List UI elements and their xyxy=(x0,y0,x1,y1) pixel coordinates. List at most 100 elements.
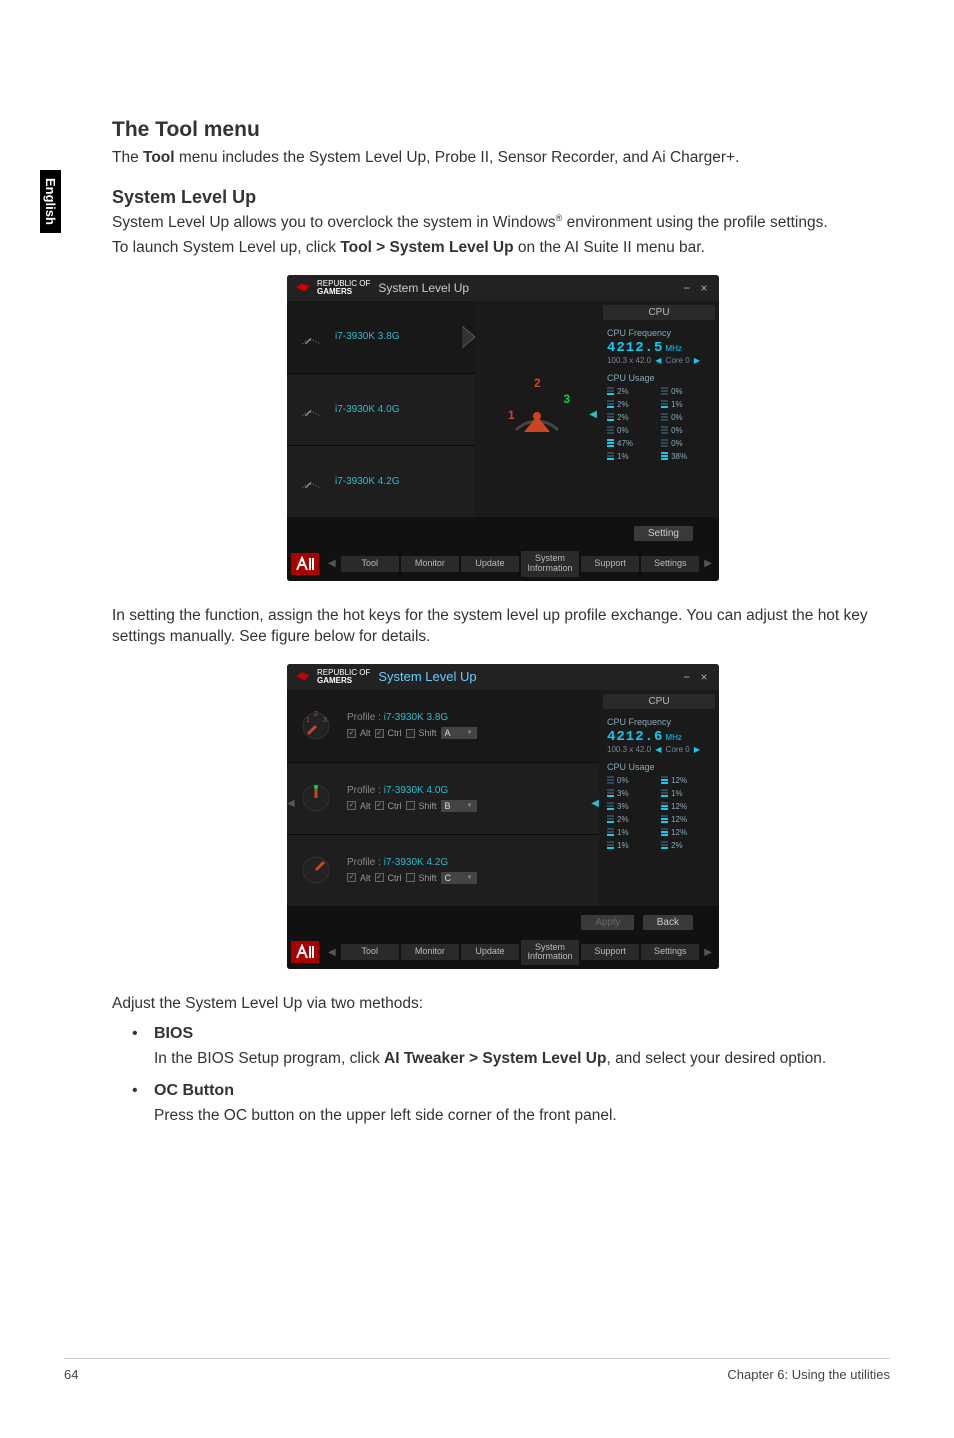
scroll-left-icon[interactable]: ◀ xyxy=(287,798,295,809)
hotkey-desc: In setting the function, assign the hot … xyxy=(112,606,894,648)
scroll-inner-icon[interactable]: ◀ xyxy=(589,409,597,420)
core-next-icon[interactable]: ▶ xyxy=(694,745,700,754)
heading-tool-menu: The Tool menu xyxy=(112,118,894,142)
hotkey-profile-3: Profile : i7-3930K 4.2G Alt Ctrl Shift C… xyxy=(287,834,599,906)
slu-desc-2: To launch System Level up, click Tool > … xyxy=(112,238,894,259)
svg-text:3: 3 xyxy=(323,717,327,724)
cpu-tab[interactable]: CPU xyxy=(603,305,715,320)
cpu-freq-value-2: 4212.6 xyxy=(607,729,663,745)
usage-cell: 12% xyxy=(661,776,711,785)
core-next-icon[interactable]: ▶ xyxy=(694,356,700,365)
hk-profile-name-1: i7-3930K 3.8G xyxy=(384,712,449,723)
nav-monitor[interactable]: Monitor xyxy=(401,944,459,960)
nav-sysinfo[interactable]: System Information xyxy=(521,551,579,577)
ai-suite-logo-icon[interactable] xyxy=(291,941,319,963)
language-tab: English xyxy=(40,170,61,233)
ai-suite-logo-icon[interactable] xyxy=(291,553,319,575)
usage-cell: 0% xyxy=(607,776,657,785)
usage-cell: 1% xyxy=(607,452,657,461)
usage-cell: 0% xyxy=(661,413,711,422)
cpu-tab[interactable]: CPU xyxy=(603,694,715,709)
bios-desc: In the BIOS Setup program, click AI Twea… xyxy=(154,1049,894,1070)
usage-cell: 2% xyxy=(661,841,711,850)
brand-text: REPUBLIC OFGAMERS xyxy=(317,669,370,685)
nav-prev-icon[interactable]: ◀ xyxy=(325,947,339,958)
hotkey-profile-2: Profile : i7-3930K 4.0G Alt Ctrl Shift B… xyxy=(287,762,599,834)
profile-card-3[interactable]: i7-3930K 4.2G xyxy=(287,445,475,517)
nav-update[interactable]: Update xyxy=(461,556,519,572)
setting-button[interactable]: Setting xyxy=(634,526,693,541)
key-select-2[interactable]: B▼ xyxy=(441,800,477,812)
minimize-icon[interactable]: − xyxy=(680,670,694,684)
nav-support[interactable]: Support xyxy=(581,556,639,572)
usage-cell: 2% xyxy=(607,413,657,422)
close-icon[interactable]: × xyxy=(697,281,711,295)
cpu-usage-label: CPU Usage xyxy=(607,373,711,383)
shift-checkbox-1[interactable] xyxy=(406,729,415,738)
nav-monitor[interactable]: Monitor xyxy=(401,556,459,572)
selected-arrow-icon xyxy=(462,326,476,348)
dial-num-1: 1 xyxy=(508,408,515,422)
profile-label-3: i7-3930K 4.2G xyxy=(335,476,400,487)
key-select-3[interactable]: C▼ xyxy=(441,872,477,884)
bios-title: BIOS xyxy=(154,1025,894,1043)
cpu-freq-label: CPU Frequency xyxy=(607,328,711,338)
dropdown-icon: ▼ xyxy=(467,875,473,881)
minimize-icon[interactable]: − xyxy=(680,281,694,295)
shift-checkbox-2[interactable] xyxy=(406,801,415,810)
usage-cell: 38% xyxy=(661,452,711,461)
nav-settings[interactable]: Settings xyxy=(641,944,699,960)
nav-settings[interactable]: Settings xyxy=(641,556,699,572)
ctrl-checkbox-2[interactable] xyxy=(375,801,384,810)
alt-checkbox-1[interactable] xyxy=(347,729,356,738)
usage-cell: 1% xyxy=(607,841,657,850)
usage-cell: 1% xyxy=(607,828,657,837)
profile-label-1: i7-3930K 3.8G xyxy=(335,331,400,342)
hotkey-profile-1: 123 Profile : i7-3930K 3.8G Alt Ctrl Shi… xyxy=(287,690,599,762)
nav-update[interactable]: Update xyxy=(461,944,519,960)
cpu-freq-unit: MHz xyxy=(665,733,681,742)
ctrl-checkbox-3[interactable] xyxy=(375,873,384,882)
profile-card-2[interactable]: i7-3930K 4.0G xyxy=(287,373,475,445)
tool-menu-desc: The Tool menu includes the System Level … xyxy=(112,148,894,169)
ctrl-checkbox-1[interactable] xyxy=(375,729,384,738)
shift-checkbox-3[interactable] xyxy=(406,873,415,882)
svg-text:1: 1 xyxy=(306,717,310,724)
apply-button[interactable]: Apply xyxy=(581,915,634,930)
nav-prev-icon[interactable]: ◀ xyxy=(325,558,339,569)
usage-cell: 12% xyxy=(661,815,711,824)
dial-num-3: 3 xyxy=(563,392,570,406)
nav-support[interactable]: Support xyxy=(581,944,639,960)
gauge-icon xyxy=(297,467,325,495)
cpu-freq-mult: 100.3 x 42.0 xyxy=(607,356,651,365)
nav-sysinfo[interactable]: System Information xyxy=(521,940,579,966)
alt-checkbox-2[interactable] xyxy=(347,801,356,810)
gauge-icon xyxy=(297,323,325,351)
core-prev-icon[interactable]: ◀ xyxy=(655,745,661,754)
core-label: Core 0 xyxy=(666,745,690,754)
dropdown-icon: ▼ xyxy=(467,730,473,736)
alt-checkbox-3[interactable] xyxy=(347,873,356,882)
usage-cell: 12% xyxy=(661,802,711,811)
window-title: System Level Up xyxy=(378,281,469,295)
profile-label-2: i7-3930K 4.0G xyxy=(335,404,400,415)
nav-tool[interactable]: Tool xyxy=(341,944,399,960)
close-icon[interactable]: × xyxy=(697,670,711,684)
dropdown-icon: ▼ xyxy=(467,803,473,809)
level-dial[interactable]: 1 2 3 xyxy=(502,374,572,444)
dial-icon-3 xyxy=(299,853,333,887)
key-select-1[interactable]: A▼ xyxy=(441,727,477,739)
usage-cell: 0% xyxy=(607,426,657,435)
nav-tool[interactable]: Tool xyxy=(341,556,399,572)
svg-text:2: 2 xyxy=(314,711,318,718)
back-button[interactable]: Back xyxy=(643,915,693,930)
rog-logo-icon xyxy=(295,282,311,294)
cpu-usage-label: CPU Usage xyxy=(607,762,711,772)
scroll-right-icon[interactable]: ◀ xyxy=(591,798,599,809)
core-prev-icon[interactable]: ◀ xyxy=(655,356,661,365)
usage-cell: 0% xyxy=(661,387,711,396)
profile-card-1[interactable]: i7-3930K 3.8G xyxy=(287,301,475,373)
usage-cell: 3% xyxy=(607,802,657,811)
nav-next-icon[interactable]: ▶ xyxy=(701,558,715,569)
nav-next-icon[interactable]: ▶ xyxy=(701,947,715,958)
